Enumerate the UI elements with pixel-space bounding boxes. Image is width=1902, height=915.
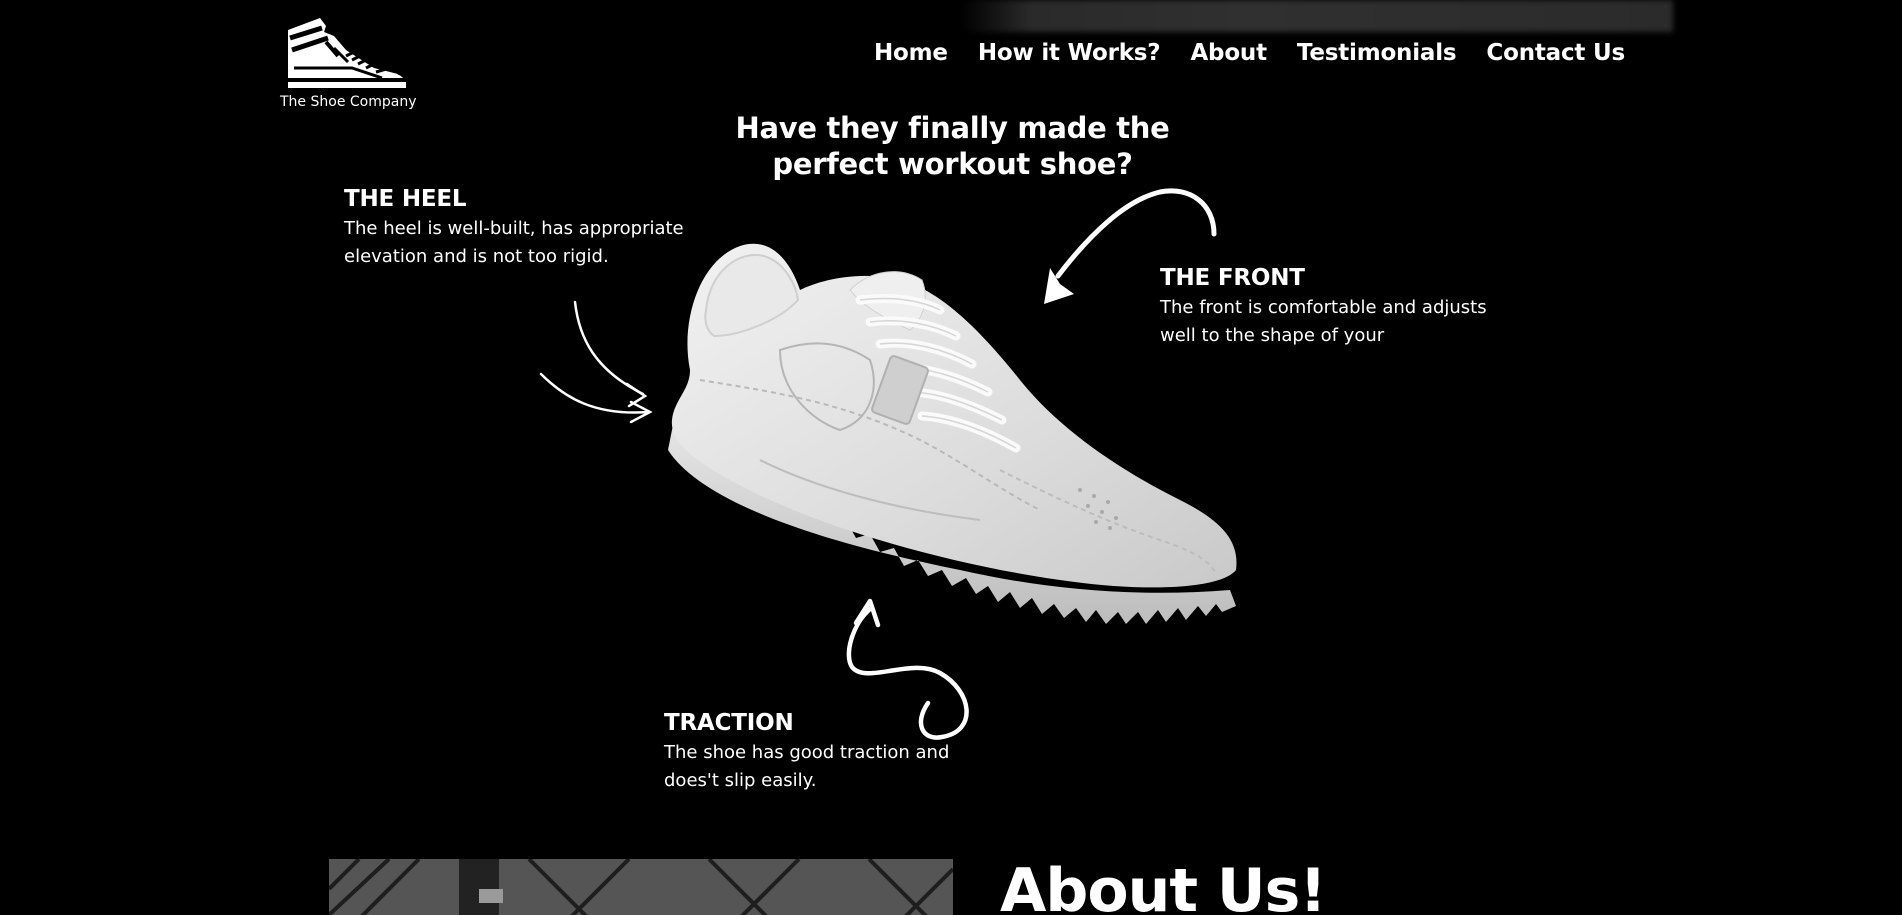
nav-item-home[interactable]: Home: [874, 40, 948, 66]
feature-heel-text: The heel is well-built, has appropriate …: [344, 215, 684, 271]
hero-title-line-2: perfect workout shoe?: [772, 147, 1133, 181]
nav-item-contact-us[interactable]: Contact Us: [1486, 40, 1625, 66]
sneaker-logo-icon: [288, 18, 406, 88]
about-title: About Us!: [1000, 856, 1327, 915]
white-sneaker-image: [668, 243, 1237, 624]
hero-title: Have they finally made the perfect worko…: [720, 110, 1185, 182]
feature-heel: THE HEEL The heel is well-built, has app…: [344, 185, 684, 271]
nav-item-testimonials[interactable]: Testimonials: [1297, 40, 1457, 66]
brand-name: The Shoe Company: [280, 94, 417, 110]
hero-title-line-1: Have they finally made the: [735, 111, 1170, 145]
feature-traction-text-line-1: The shoe has good traction and: [664, 742, 950, 763]
blurred-header-image: [960, 0, 1673, 32]
main-nav: Home How it Works? About Testimonials Co…: [844, 40, 1625, 66]
landing-page: The Shoe Company Home How it Works? Abou…: [0, 0, 1902, 915]
feature-traction-text: The shoe has good traction and does't sl…: [664, 739, 964, 795]
feature-traction-text-line-2: does't slip easily.: [664, 770, 817, 791]
brand-logo[interactable]: The Shoe Company: [280, 16, 417, 110]
pavement-pattern: [329, 859, 953, 915]
feature-heel-text-line-1: The heel is well-built, has appropriate: [344, 218, 684, 239]
nav-item-about[interactable]: About: [1190, 40, 1267, 66]
street-pavement-photo: [329, 859, 953, 915]
heel-arrow-icon: [539, 300, 653, 424]
feature-heel-text-line-2: elevation and is not too rigid.: [344, 246, 609, 267]
feature-heel-title: THE HEEL: [344, 186, 467, 212]
nav-item-how-it-works[interactable]: How it Works?: [978, 40, 1161, 66]
